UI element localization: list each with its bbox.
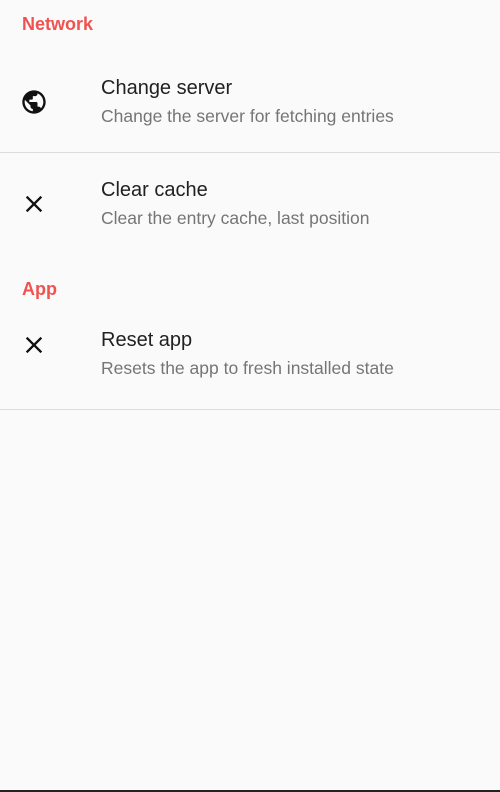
pref-title: Change server	[101, 77, 233, 99]
pref-summary: Clear the entry cache, last position	[101, 208, 370, 228]
close-icon	[20, 331, 48, 359]
pref-title: Reset app	[101, 329, 193, 351]
pref-title: Clear cache	[101, 179, 208, 201]
pref-summary: Resets the app to fresh installed state	[101, 358, 394, 378]
section-header-network: Network	[22, 14, 94, 34]
pref-reset-app[interactable]: Reset app Resets the app to fresh instal…	[0, 303, 500, 409]
globe-icon	[20, 88, 48, 116]
pref-summary: Change the server for fetching entries	[101, 106, 394, 126]
pref-change-server[interactable]: Change server Change the server for fetc…	[0, 60, 500, 152]
close-icon	[20, 190, 48, 218]
pref-clear-cache[interactable]: Clear cache Clear the entry cache, last …	[0, 153, 500, 256]
settings-screen: Network Change server Change the server …	[0, 0, 500, 792]
section-header-app: App	[22, 279, 57, 299]
divider	[0, 409, 500, 410]
